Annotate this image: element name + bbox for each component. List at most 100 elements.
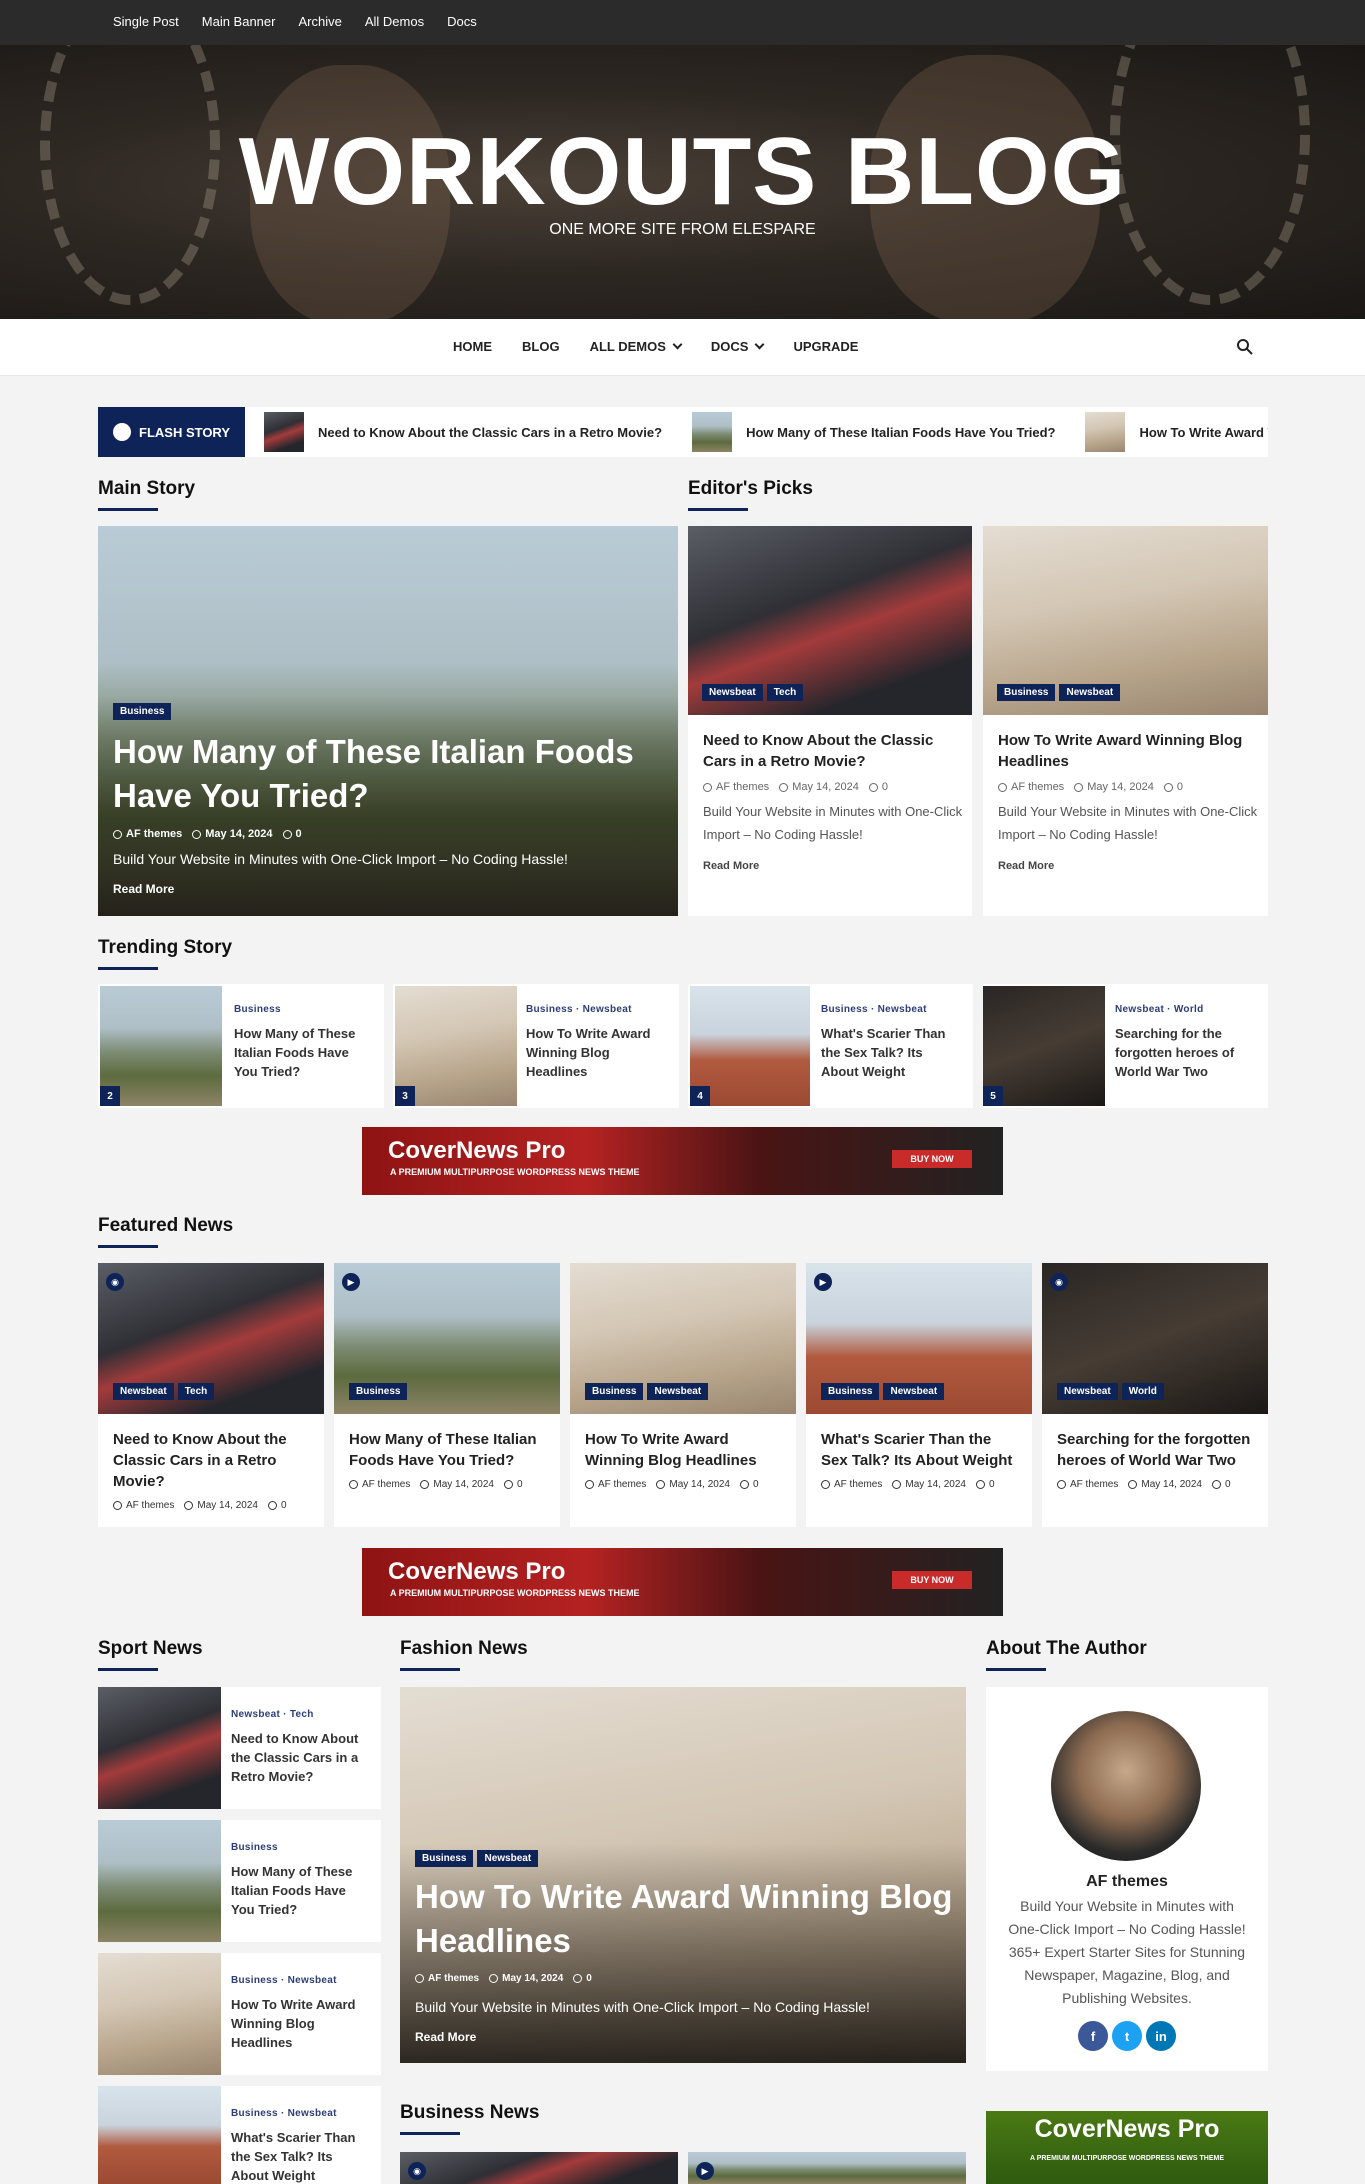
flash-item[interactable]: Need to Know About the Classic Cars in a… (264, 412, 662, 452)
trending-categories[interactable]: Business · Newsbeat (526, 1004, 632, 1015)
fashion-hero-card[interactable]: Business Newsbeat How To Write Award Win… (400, 1687, 966, 2063)
featured-title[interactable]: What's Scarier Than the Sex Talk? Its Ab… (821, 1429, 1021, 1471)
nav-all-demos[interactable]: ALL DEMOS (590, 339, 683, 354)
main-story-title[interactable]: How Many of These Italian Foods Have You… (113, 730, 663, 818)
sport-categories[interactable]: Newsbeat · Tech (231, 1709, 314, 1720)
featured-image[interactable]: ◉ Newsbeat Tech (98, 1263, 324, 1414)
flash-item[interactable]: How Many of These Italian Foods Have You… (692, 412, 1055, 452)
category-tag[interactable]: Business (821, 1383, 880, 1400)
nav-upgrade[interactable]: UPGRADE (793, 339, 858, 354)
category-tag[interactable]: Newsbeat (113, 1383, 174, 1400)
covernews-ad-banner[interactable]: CoverNews Pro A PREMIUM MULTIPURPOSE WOR… (362, 1548, 1003, 1616)
top-link-single-post[interactable]: Single Post (113, 14, 179, 29)
sport-categories[interactable]: Business · Newsbeat (231, 2108, 337, 2119)
post-author[interactable]: AF themes (415, 1973, 479, 1984)
covernews-ad-banner[interactable]: CoverNews Pro A PREMIUM MULTIPURPOSE WOR… (362, 1127, 1003, 1195)
category-tag[interactable]: Business (113, 703, 172, 720)
post-author[interactable]: AF themes (113, 1500, 174, 1511)
category-tag[interactable]: Business (585, 1383, 644, 1400)
featured-image[interactable]: ▶ Business (334, 1263, 560, 1414)
sidebar-ad-banner[interactable]: CoverNews Pro A PREMIUM MULTIPURPOSE WOR… (986, 2111, 1268, 2184)
facebook-icon[interactable]: f (1078, 2021, 1108, 2051)
editor-pick-image[interactable]: Newsbeat Tech (688, 526, 972, 715)
read-more-link[interactable]: Read More (113, 882, 174, 896)
post-comments[interactable]: 0 (739, 1479, 759, 1490)
trending-title[interactable]: How Many of These Italian Foods Have You… (234, 1024, 374, 1081)
read-more-link[interactable]: Read More (998, 860, 1054, 872)
post-comments[interactable]: 0 (267, 1500, 287, 1511)
trending-categories[interactable]: Business · Newsbeat (821, 1004, 927, 1015)
category-tag[interactable]: Newsbeat (647, 1383, 709, 1400)
featured-image[interactable]: ▶ Business Newsbeat (806, 1263, 1032, 1414)
top-link-docs[interactable]: Docs (447, 14, 477, 29)
category-tag[interactable]: Newsbeat (1059, 684, 1121, 701)
sport-list-item[interactable]: Business · Newsbeat How To Write Award W… (98, 1953, 381, 2075)
flash-item[interactable]: How To Write Award Winning Blog Headline… (1085, 412, 1268, 452)
sport-title[interactable]: How Many of These Italian Foods Have You… (231, 1862, 371, 1919)
post-author[interactable]: AF themes (349, 1479, 410, 1490)
trending-card[interactable]: 2 Business How Many of These Italian Foo… (98, 984, 384, 1108)
featured-title[interactable]: Searching for the forgotten heroes of Wo… (1057, 1429, 1267, 1471)
ad-buy-now-button[interactable]: BUY NOW (892, 1571, 972, 1589)
nav-blog[interactable]: BLOG (522, 339, 560, 354)
post-author[interactable]: AF themes (998, 781, 1064, 793)
trending-categories[interactable]: Business (234, 1004, 281, 1015)
category-tag[interactable]: Newsbeat (702, 684, 763, 701)
trending-card[interactable]: 4 Business · Newsbeat What's Scarier Tha… (688, 984, 973, 1108)
category-tag[interactable]: Newsbeat (1057, 1383, 1118, 1400)
post-author[interactable]: AF themes (113, 828, 182, 840)
category-tag[interactable]: World (1121, 1383, 1164, 1400)
category-tag[interactable]: Business (997, 684, 1056, 701)
trending-title[interactable]: What's Scarier Than the Sex Talk? Its Ab… (821, 1024, 961, 1081)
post-comments[interactable]: 0 (868, 781, 888, 793)
linkedin-icon[interactable]: in (1146, 2021, 1176, 2051)
search-icon[interactable] (1236, 338, 1254, 356)
top-link-main-banner[interactable]: Main Banner (202, 14, 276, 29)
business-news-card[interactable]: ◉ (400, 2152, 678, 2184)
sport-title[interactable]: What's Scarier Than the Sex Talk? Its Ab… (231, 2128, 371, 2184)
fashion-title[interactable]: How To Write Award Winning Blog Headline… (415, 1875, 955, 1963)
post-comments[interactable]: 0 (573, 1973, 592, 1984)
sport-list-item[interactable]: Newsbeat · Tech Need to Know About the C… (98, 1687, 381, 1809)
editor-pick-title[interactable]: Need to Know About the Classic Cars in a… (703, 730, 963, 772)
trending-card[interactable]: 5 Newsbeat · World Searching for the for… (983, 984, 1268, 1108)
ad-buy-now-button[interactable]: BUY NOW (892, 1150, 972, 1168)
featured-image[interactable]: ◉ Newsbeat World (1042, 1263, 1268, 1414)
featured-title[interactable]: Need to Know About the Classic Cars in a… (113, 1429, 313, 1492)
trending-categories[interactable]: Newsbeat · World (1115, 1004, 1204, 1015)
site-title[interactable]: WORKOUTS BLOG (0, 117, 1365, 227)
editor-pick-image[interactable]: Business Newsbeat (983, 526, 1268, 715)
category-tag[interactable]: Business (349, 1383, 408, 1400)
nav-docs[interactable]: DOCS (711, 339, 765, 354)
read-more-link[interactable]: Read More (415, 2030, 476, 2044)
category-tag[interactable]: Newsbeat (477, 1850, 539, 1867)
editor-pick-title[interactable]: How To Write Award Winning Blog Headline… (998, 730, 1258, 772)
post-comments[interactable]: 0 (503, 1479, 523, 1490)
trending-title[interactable]: Searching for the forgotten heroes of Wo… (1115, 1024, 1255, 1081)
category-tag[interactable]: Business (415, 1850, 474, 1867)
trending-card[interactable]: 3 Business · Newsbeat How To Write Award… (393, 984, 679, 1108)
business-news-card[interactable]: ▶ (688, 2152, 966, 2184)
main-story-card[interactable]: Business How Many of These Italian Foods… (98, 526, 678, 916)
post-author[interactable]: AF themes (821, 1479, 882, 1490)
sport-list-item[interactable]: Business · Newsbeat What's Scarier Than … (98, 2086, 381, 2184)
nav-home[interactable]: HOME (453, 339, 492, 354)
featured-title[interactable]: How Many of These Italian Foods Have You… (349, 1429, 549, 1471)
post-comments[interactable]: 0 (1211, 1479, 1231, 1490)
sport-categories[interactable]: Business · Newsbeat (231, 1975, 337, 1986)
top-link-archive[interactable]: Archive (298, 14, 341, 29)
sport-title[interactable]: How To Write Award Winning Blog Headline… (231, 1995, 371, 2052)
category-tag[interactable]: Newsbeat (883, 1383, 945, 1400)
read-more-link[interactable]: Read More (703, 860, 759, 872)
post-comments[interactable]: 0 (282, 828, 302, 840)
post-author[interactable]: AF themes (703, 781, 769, 793)
author-name[interactable]: AF themes (986, 1873, 1268, 1891)
top-link-all-demos[interactable]: All Demos (365, 14, 424, 29)
post-comments[interactable]: 0 (1163, 781, 1183, 793)
featured-title[interactable]: How To Write Award Winning Blog Headline… (585, 1429, 785, 1471)
sport-title[interactable]: Need to Know About the Classic Cars in a… (231, 1729, 371, 1786)
trending-title[interactable]: How To Write Award Winning Blog Headline… (526, 1024, 666, 1081)
twitter-icon[interactable]: t (1112, 2021, 1142, 2051)
post-author[interactable]: AF themes (1057, 1479, 1118, 1490)
featured-image[interactable]: Business Newsbeat (570, 1263, 796, 1414)
